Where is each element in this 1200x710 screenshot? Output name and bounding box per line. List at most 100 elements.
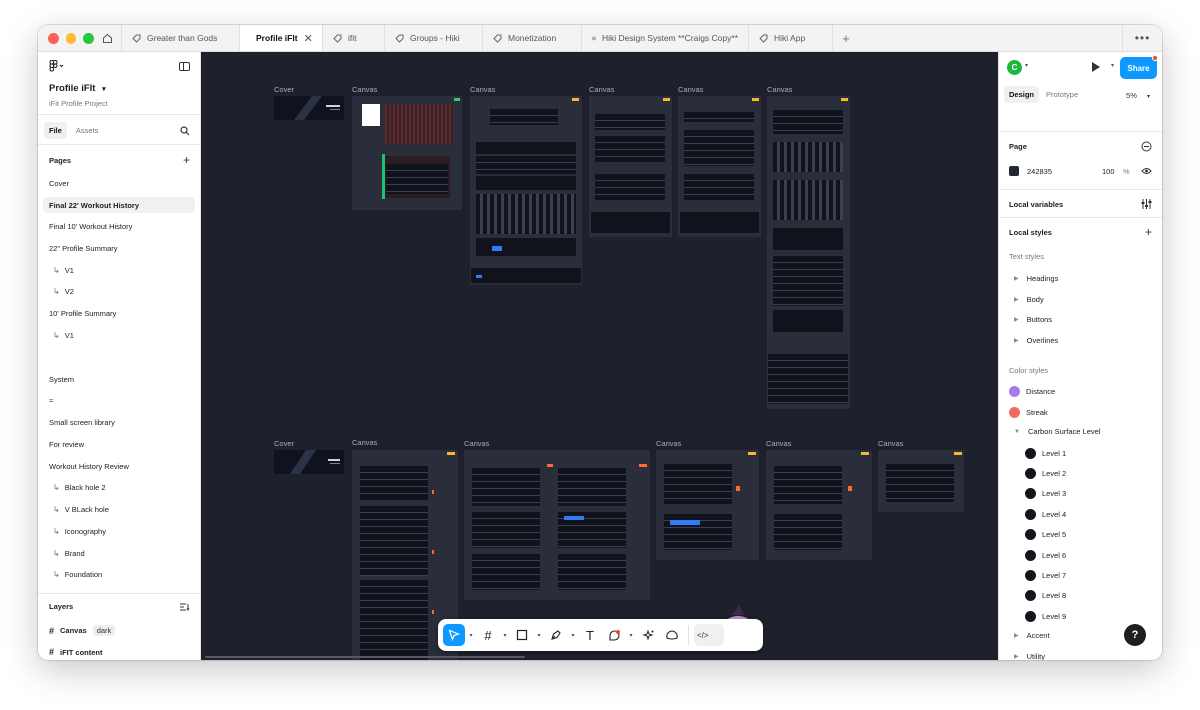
text-style-group[interactable]: ▶ Overlines xyxy=(1014,336,1058,345)
tab-ifit[interactable]: ifit xyxy=(323,25,385,51)
comment-tool-button[interactable] xyxy=(603,624,625,646)
frame-label[interactable]: Cover xyxy=(274,439,294,448)
canvas-frame[interactable] xyxy=(352,96,462,210)
ai-tools-button[interactable] xyxy=(637,624,659,646)
frame-label[interactable]: Cover xyxy=(274,85,294,94)
layers-sort-icon[interactable] xyxy=(180,603,190,611)
frame-label[interactable]: Canvas xyxy=(589,85,614,94)
frame-label[interactable]: Canvas xyxy=(878,439,903,448)
tab-hiki-design-system[interactable]: Hiki Design System **Craigs Copy** xyxy=(582,25,749,51)
home-button[interactable] xyxy=(94,25,122,51)
page-item[interactable]: ↳ V2 xyxy=(43,283,195,299)
canvas-frame[interactable] xyxy=(767,96,850,409)
chevron-down-icon[interactable]: ▾ xyxy=(569,632,577,639)
canvas-frame[interactable] xyxy=(878,450,964,512)
color-style-item[interactable]: Distance xyxy=(1009,386,1055,397)
frame-label[interactable]: Canvas xyxy=(678,85,703,94)
variables-icon[interactable] xyxy=(1141,199,1152,209)
chevron-down-icon[interactable]: ▾ xyxy=(627,632,635,639)
color-style-item[interactable]: Level 5 xyxy=(1025,529,1066,541)
frame-label[interactable]: Canvas xyxy=(766,439,791,448)
tab-design[interactable]: Design xyxy=(1004,86,1040,103)
color-style-item[interactable]: Streak xyxy=(1009,406,1048,418)
styles-icon[interactable] xyxy=(1141,141,1152,152)
zoom-level[interactable]: 5% ▾ xyxy=(1126,91,1150,100)
page-item[interactable]: Final 10' Workout History xyxy=(43,218,195,234)
page-item[interactable]: ↳ Foundation xyxy=(43,566,195,582)
color-style-group[interactable]: ▶ Accent xyxy=(1014,631,1050,640)
canvas-frame[interactable] xyxy=(766,450,872,560)
page-item[interactable]: Final 22' Workout History xyxy=(43,197,195,213)
tab-prototype[interactable]: Prototype xyxy=(1041,86,1083,103)
color-style-item[interactable]: Level 2 xyxy=(1025,467,1066,479)
text-style-group[interactable]: ▶ Buttons xyxy=(1014,315,1052,324)
chevron-down-icon[interactable]: ▾ xyxy=(535,632,543,639)
present-play-icon[interactable] xyxy=(1092,62,1100,72)
dev-mode-toggle[interactable]: </> xyxy=(694,624,724,646)
tab-assets[interactable]: Assets xyxy=(71,122,104,139)
color-style-item[interactable]: Level 7 xyxy=(1025,569,1066,581)
minimize-window-button[interactable] xyxy=(65,32,77,44)
tab-groups-hiki[interactable]: Groups - Hiki xyxy=(385,25,483,51)
color-style-item[interactable]: Level 3 xyxy=(1025,488,1066,500)
page-item[interactable]: ↳ Brand xyxy=(43,545,195,561)
page-item[interactable]: 10' Profile Summary xyxy=(43,305,195,321)
tab-monetization[interactable]: Monetization xyxy=(483,25,582,51)
frame-label[interactable]: Canvas xyxy=(352,438,377,447)
design-canvas[interactable]: Cover Canvas Canvas Canvas Canvas Canvas xyxy=(201,52,998,660)
shape-tool-button[interactable] xyxy=(511,624,533,646)
color-style-item[interactable]: Level 4 xyxy=(1025,508,1066,520)
canvas-frame[interactable] xyxy=(678,96,761,237)
page-item[interactable]: ↳ V1 xyxy=(43,327,195,343)
frame-label[interactable]: Canvas xyxy=(352,85,377,94)
new-tab-button[interactable]: + xyxy=(833,25,859,51)
help-button[interactable]: ? xyxy=(1124,624,1146,646)
pen-tool-button[interactable] xyxy=(545,624,567,646)
frame-label[interactable]: Canvas xyxy=(470,85,495,94)
color-style-group[interactable]: ▶ Utility xyxy=(1014,652,1045,661)
page-item[interactable]: ↳ V1 xyxy=(43,262,195,278)
text-style-group[interactable]: ▶ Body xyxy=(1014,295,1044,304)
local-variables-title[interactable]: Local variables xyxy=(1009,200,1063,209)
tab-greater-than-gods[interactable]: Greater than Gods xyxy=(122,25,240,51)
tab-file[interactable]: File xyxy=(44,122,67,139)
color-style-item[interactable]: Level 1 xyxy=(1025,447,1066,459)
page-item[interactable]: For review xyxy=(43,436,195,452)
page-opacity[interactable]: 100 xyxy=(1102,167,1115,176)
text-style-group[interactable]: ▶ Headings xyxy=(1014,274,1058,283)
layer-row[interactable]: # iFIT content xyxy=(49,647,103,657)
more-menu-button[interactable]: ••• xyxy=(1122,25,1162,51)
close-window-button[interactable] xyxy=(48,32,59,44)
canvas-frame[interactable] xyxy=(589,96,672,237)
color-style-group[interactable]: ▼ Carbon Surface Level xyxy=(1014,427,1101,436)
page-item[interactable]: System xyxy=(43,371,195,387)
color-style-item[interactable]: Level 8 xyxy=(1025,590,1066,602)
frame-tool-button[interactable]: # xyxy=(477,624,499,646)
cover-frame[interactable] xyxy=(274,96,344,120)
page-item[interactable]: Workout History Review xyxy=(43,458,195,474)
page-item[interactable]: ↳ V BLack hole xyxy=(43,501,195,517)
page-item[interactable]: Small screen library xyxy=(43,414,195,430)
canvas-frame[interactable] xyxy=(470,96,582,285)
tab-hiki-app[interactable]: Hiki App xyxy=(749,25,833,51)
search-icon[interactable] xyxy=(180,126,190,136)
collapse-sidebar-icon[interactable] xyxy=(179,62,190,71)
horizontal-scrollbar[interactable] xyxy=(205,656,525,658)
color-style-item[interactable]: Level 9 xyxy=(1025,610,1066,622)
page-item[interactable]: ↳ Iconography xyxy=(43,523,195,539)
page-item[interactable]: 22" Profile Summary xyxy=(43,240,195,256)
actions-button[interactable] xyxy=(661,624,683,646)
share-button[interactable]: Share xyxy=(1120,57,1157,79)
layer-row[interactable]: # Canvas dark xyxy=(49,625,116,636)
add-style-icon[interactable]: + xyxy=(1145,226,1152,238)
avatar[interactable]: C xyxy=(1007,60,1022,75)
frame-label[interactable]: Canvas xyxy=(656,439,681,448)
page-color-swatch[interactable] xyxy=(1009,166,1019,176)
main-menu-button[interactable] xyxy=(49,60,65,75)
cover-frame[interactable] xyxy=(274,450,344,474)
tab-profile-ifit[interactable]: Profile iFIt ✕ xyxy=(240,25,323,51)
frame-label[interactable]: Canvas xyxy=(767,85,792,94)
page-item[interactable]: ≈ xyxy=(43,392,195,408)
text-tool-button[interactable]: T xyxy=(579,624,601,646)
zoom-window-button[interactable] xyxy=(83,32,95,44)
